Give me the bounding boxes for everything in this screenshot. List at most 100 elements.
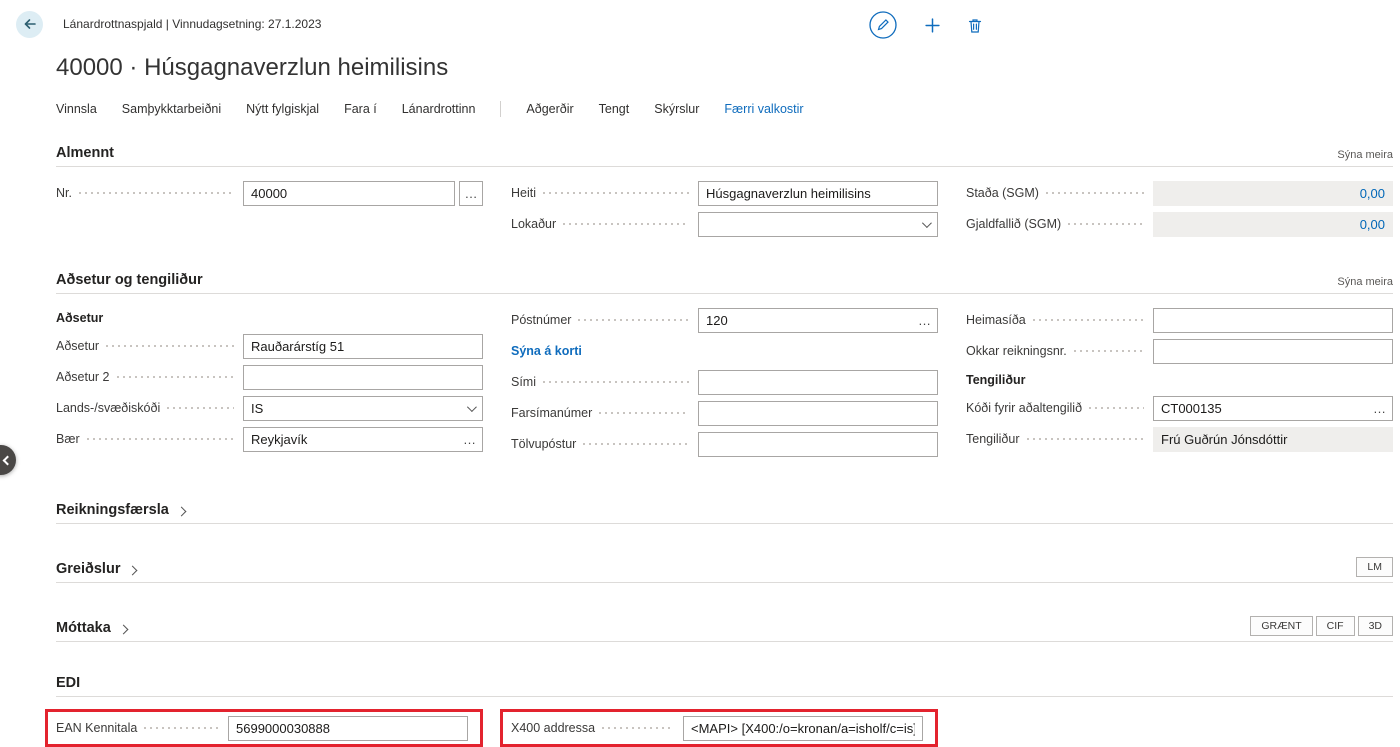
tolvupostur-control (698, 432, 938, 457)
baer-control: … (243, 427, 483, 452)
x400-addressa-control (683, 716, 923, 741)
heiti-control (698, 181, 938, 206)
field-nr: Nr. … (56, 180, 483, 206)
gjaldfallid-value[interactable]: 0,00 (1153, 212, 1393, 237)
kodi-adaltengilid-label: Kóði fyrir aðaltengilið (966, 401, 1082, 415)
lokadur-label: Lokaður (511, 217, 556, 231)
show-on-map-link[interactable]: Sýna á korti (511, 344, 582, 358)
almennt-show-more-link[interactable]: Sýna meira (1337, 149, 1393, 161)
ean-kennitala-input[interactable] (228, 716, 468, 741)
postnumer-lookup-icon[interactable]: … (915, 313, 931, 328)
menu-item-tengt[interactable]: Tengt (599, 102, 630, 116)
adsetur-col-3: Heimasíða Okkar reikningsnr. Tengiliður … (966, 307, 1393, 462)
tolvupostur-label: Tölvupóstur (511, 437, 576, 451)
x400-addressa-input[interactable] (683, 716, 923, 741)
field-adsetur: Aðsetur (56, 333, 483, 359)
badge-cif[interactable]: CIF (1316, 616, 1355, 636)
field-tengilidur: Tengiliður Frú Guðrún Jónsdóttir (966, 426, 1393, 452)
field-farsimanumer: Farsímanúmer (511, 400, 938, 426)
badge-graent[interactable]: GRÆNT (1250, 616, 1312, 636)
section-almennt-body: Nr. … Heiti Lokaður (56, 180, 1393, 242)
dotted-leader (602, 727, 674, 729)
tengilidur-label: Tengiliður (966, 432, 1020, 446)
almennt-col-1: Nr. … (56, 180, 483, 242)
menu-item-adgerdir[interactable]: Aðgerðir (526, 102, 573, 116)
field-lands-svaediskodi: Lands-/svæðiskóði (56, 395, 483, 421)
menu-item-samthykktarbeidni[interactable]: Samþykktarbeiðni (122, 102, 221, 116)
farsimanumer-label: Farsímanúmer (511, 406, 592, 420)
ean-kennitala-control (228, 716, 468, 741)
field-gjaldfallid: Gjaldfallið (SGM) 0,00 (966, 211, 1393, 237)
section-reikningsfaersla-header[interactable]: Reikningsfærsla (56, 502, 1393, 524)
adsetur2-control (243, 365, 483, 390)
tengilidur-value[interactable]: Frú Guðrún Jónsdóttir (1153, 427, 1393, 452)
top-bar: Lánardrottnaspjald | Vinnudagsetning: 27… (0, 0, 1400, 48)
field-adsetur2: Aðsetur 2 (56, 364, 483, 390)
stada-value[interactable]: 0,00 (1153, 181, 1393, 206)
menu-item-faerri-valkostir[interactable]: Færri valkostir (724, 102, 803, 116)
section-greidslur-header[interactable]: Greiðslur LM (56, 557, 1393, 583)
heimasida-input[interactable] (1153, 308, 1393, 333)
ean-kennitala-label: EAN Kennitala (56, 721, 137, 735)
dotted-leader (167, 407, 234, 409)
adsetur-control (243, 334, 483, 359)
lokadur-select[interactable] (698, 212, 938, 237)
dotted-leader (583, 443, 689, 445)
menu-item-nytt-fylgiskjal[interactable]: Nýtt fylgiskjal (246, 102, 319, 116)
section-mottaka-header[interactable]: Móttaka GRÆNT CIF 3D (56, 616, 1393, 642)
section-almennt-header[interactable]: Almennt Sýna meira (56, 145, 1393, 167)
okkar-reikningsnr-label: Okkar reikningsnr. (966, 344, 1067, 358)
okkar-reikningsnr-input[interactable] (1153, 339, 1393, 364)
lands-svaediskodi-select[interactable] (243, 396, 483, 421)
breadcrumb[interactable]: Lánardrottnaspjald | Vinnudagsetning: 27… (63, 17, 321, 31)
simi-input[interactable] (698, 370, 938, 395)
heiti-input[interactable] (698, 181, 938, 206)
nr-assist-button[interactable]: … (459, 181, 483, 206)
section-almennt-title: Almennt (56, 145, 114, 161)
tolvupostur-input[interactable] (698, 432, 938, 457)
baer-lookup-icon[interactable]: … (460, 432, 476, 447)
add-plus-icon[interactable] (924, 17, 941, 34)
adsetur-show-more-link[interactable]: Sýna meira (1337, 276, 1393, 288)
dotted-leader (599, 412, 689, 414)
field-tolvupostur: Tölvupóstur (511, 431, 938, 457)
adsetur2-label: Aðsetur 2 (56, 370, 110, 384)
farsimanumer-input[interactable] (698, 401, 938, 426)
heimasida-control (1153, 308, 1393, 333)
baer-input[interactable] (243, 427, 483, 452)
edit-pencil-icon[interactable] (868, 10, 898, 40)
menu-item-skyrslur[interactable]: Skýrslur (654, 102, 699, 116)
menu-item-vinnsla[interactable]: Vinnsla (56, 102, 97, 116)
dotted-leader (144, 727, 219, 729)
action-menu-bar: Vinnsla Samþykktarbeiðni Nýtt fylgiskjal… (56, 99, 1393, 119)
postnumer-input[interactable] (698, 308, 938, 333)
kodi-adaltengilid-input[interactable] (1153, 396, 1393, 421)
dotted-leader (1074, 350, 1144, 352)
delete-trash-icon[interactable] (967, 17, 983, 34)
adsetur-col-1: Aðsetur Aðsetur Aðsetur 2 Lands-/ (56, 307, 483, 462)
nr-input[interactable] (243, 181, 455, 206)
badge-3d[interactable]: 3D (1358, 616, 1393, 636)
back-button[interactable] (16, 11, 43, 38)
dotted-leader (1033, 319, 1144, 321)
section-mottaka-title: Móttaka (56, 620, 111, 636)
dotted-leader (563, 223, 689, 225)
section-edi-header[interactable]: EDI (56, 675, 1393, 697)
section-adsetur-header[interactable]: Aðsetur og tengiliður Sýna meira (56, 272, 1393, 294)
stada-label: Staða (SGM) (966, 186, 1039, 200)
field-kodi-adaltengilid: Kóði fyrir aðaltengilið … (966, 395, 1393, 421)
field-simi: Sími (511, 369, 938, 395)
menu-item-fara-i[interactable]: Fara í (344, 102, 377, 116)
page-title: 40000 · Húsgagnaverzlun heimilisins (56, 54, 1393, 82)
page-content: 40000 · Húsgagnaverzlun heimilisins Vinn… (0, 54, 1400, 747)
menu-item-lanardrottinn[interactable]: Lánardrottinn (402, 102, 476, 116)
section-greidslur-title: Greiðslur (56, 561, 120, 577)
field-okkar-reikningsnr: Okkar reikningsnr. (966, 338, 1393, 364)
adsetur-input[interactable] (243, 334, 483, 359)
kodi-lookup-icon[interactable]: … (1370, 401, 1386, 416)
badge-lm[interactable]: LM (1356, 557, 1393, 577)
chevron-right-icon (176, 507, 186, 517)
field-lokadur: Lokaður (511, 211, 938, 237)
adsetur2-input[interactable] (243, 365, 483, 390)
x400-annotation-highlight: X400 addressa (500, 709, 938, 747)
